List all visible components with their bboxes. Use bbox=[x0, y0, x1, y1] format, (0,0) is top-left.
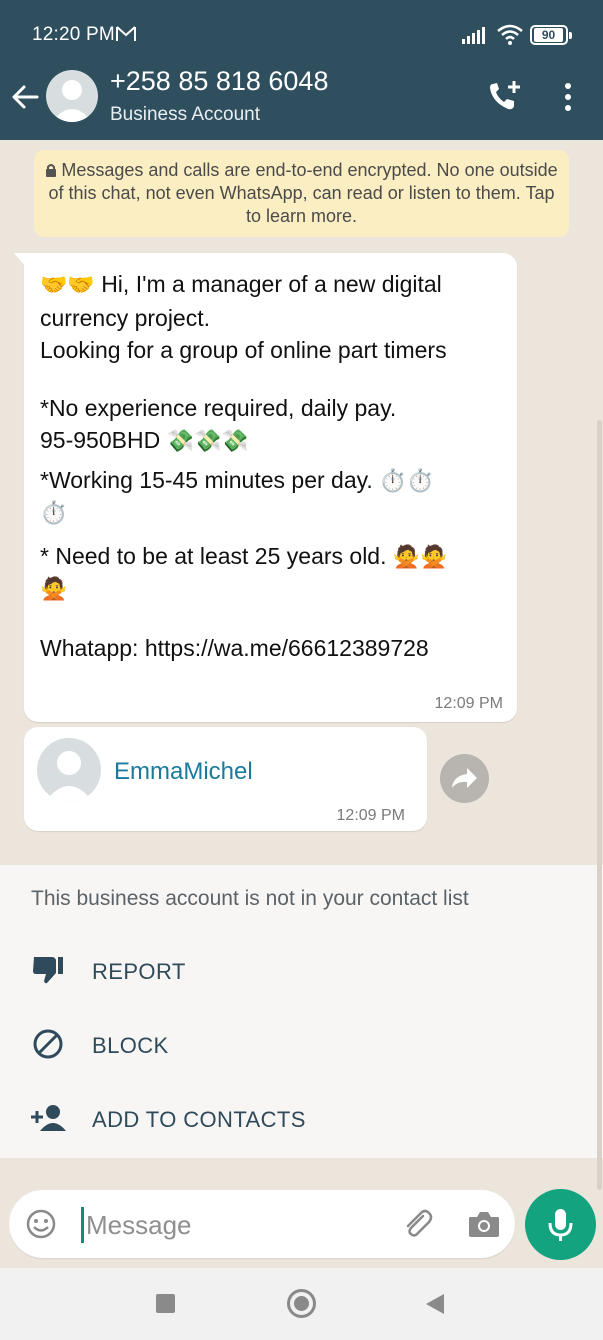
contact-card-bubble[interactable]: EmmaMichel 12:09 PM bbox=[24, 727, 427, 831]
message-line: Hi, I'm a manager of a new digital bbox=[101, 271, 442, 297]
message-line: *No experience required, daily pay. bbox=[40, 395, 397, 421]
message-text: 🤝🤝 Hi, I'm a manager of a new digital cu… bbox=[40, 268, 510, 664]
gmail-icon bbox=[116, 26, 136, 41]
stopwatch-emoji: ⏱️ bbox=[40, 501, 68, 526]
emoji-icon[interactable] bbox=[25, 1208, 57, 1240]
message-input-box[interactable]: Message bbox=[9, 1190, 515, 1258]
message-input-placeholder[interactable]: Message bbox=[86, 1210, 192, 1241]
status-time: 12:20 PM bbox=[32, 24, 115, 45]
block-icon bbox=[33, 1029, 63, 1059]
signal-icon bbox=[462, 27, 485, 44]
camera-icon[interactable] bbox=[467, 1208, 501, 1240]
handshake-emoji: 🤝🤝 bbox=[40, 273, 95, 298]
report-button[interactable]: REPORT bbox=[0, 939, 603, 999]
avatar[interactable] bbox=[46, 70, 98, 122]
text-cursor bbox=[81, 1207, 84, 1243]
message-time: 12:09 PM bbox=[434, 695, 503, 712]
message-line: 95-950BHD bbox=[40, 427, 161, 453]
message-time: 12:09 PM bbox=[336, 807, 405, 824]
report-label: REPORT bbox=[92, 959, 186, 984]
add-call-icon[interactable] bbox=[486, 78, 522, 114]
stopwatch-emoji: ⏱️⏱️ bbox=[379, 469, 435, 494]
no-gesture-emoji: 🙅 bbox=[40, 577, 68, 602]
not-in-contacts-note: This business account is not in your con… bbox=[31, 887, 469, 910]
lock-icon bbox=[46, 164, 57, 177]
back-arrow-icon[interactable] bbox=[10, 82, 40, 112]
no-gesture-emoji: 🙅🙅 bbox=[392, 545, 448, 570]
money-emoji: 💸💸💸 bbox=[166, 429, 249, 454]
thumbs-down-icon bbox=[33, 957, 63, 984]
voice-message-button[interactable] bbox=[525, 1189, 596, 1260]
battery-level: 90 bbox=[534, 28, 563, 42]
default-avatar-icon bbox=[52, 80, 92, 122]
default-avatar-icon bbox=[45, 751, 93, 802]
chat-header: 12:20 PM 90 +258 85 818 6048 Business Ac… bbox=[0, 0, 603, 140]
message-bubble[interactable]: 🤝🤝 Hi, I'm a manager of a new digital cu… bbox=[14, 253, 517, 722]
add-to-contacts-button[interactable]: ADD TO CONTACTS bbox=[0, 1087, 603, 1147]
contact-card-avatar bbox=[37, 738, 101, 802]
contact-card-name[interactable]: EmmaMichel bbox=[114, 758, 253, 786]
chat-scrollbar[interactable] bbox=[597, 420, 602, 1190]
contact-subtitle[interactable]: Business Account bbox=[110, 104, 260, 126]
status-bar: 12:20 PM 90 bbox=[0, 0, 603, 68]
add-person-icon bbox=[31, 1105, 66, 1131]
encryption-text: Messages and calls are end-to-end encryp… bbox=[48, 160, 558, 226]
add-to-contacts-label: ADD TO CONTACTS bbox=[92, 1107, 306, 1132]
block-button[interactable]: BLOCK bbox=[0, 1013, 603, 1073]
forward-button[interactable] bbox=[440, 754, 489, 803]
block-label: BLOCK bbox=[92, 1033, 169, 1058]
unknown-contact-panel: This business account is not in your con… bbox=[0, 865, 603, 1158]
more-options-icon[interactable] bbox=[556, 80, 580, 114]
message-line: *Working 15-45 minutes per day. bbox=[40, 467, 373, 493]
composer-bar: Message bbox=[0, 1158, 603, 1268]
contact-title[interactable]: +258 85 818 6048 bbox=[110, 66, 328, 97]
encryption-notice[interactable]: Messages and calls are end-to-end encryp… bbox=[34, 150, 569, 237]
android-nav-bar bbox=[0, 1268, 603, 1340]
recents-button[interactable] bbox=[156, 1294, 175, 1313]
battery-icon: 90 bbox=[530, 25, 572, 45]
back-nav-button[interactable] bbox=[426, 1294, 444, 1314]
home-button[interactable] bbox=[287, 1289, 316, 1318]
microphone-icon bbox=[548, 1209, 573, 1241]
wifi-icon bbox=[497, 24, 523, 45]
message-link-line[interactable]: Whatapp: https://wa.me/66612389728 bbox=[40, 632, 510, 664]
message-line: Looking for a group of online part timer… bbox=[40, 337, 447, 363]
attach-icon[interactable] bbox=[399, 1206, 435, 1242]
forward-icon bbox=[452, 768, 477, 788]
message-line: currency project. bbox=[40, 305, 211, 331]
message-line: * Need to be at least 25 years old. bbox=[40, 543, 387, 569]
